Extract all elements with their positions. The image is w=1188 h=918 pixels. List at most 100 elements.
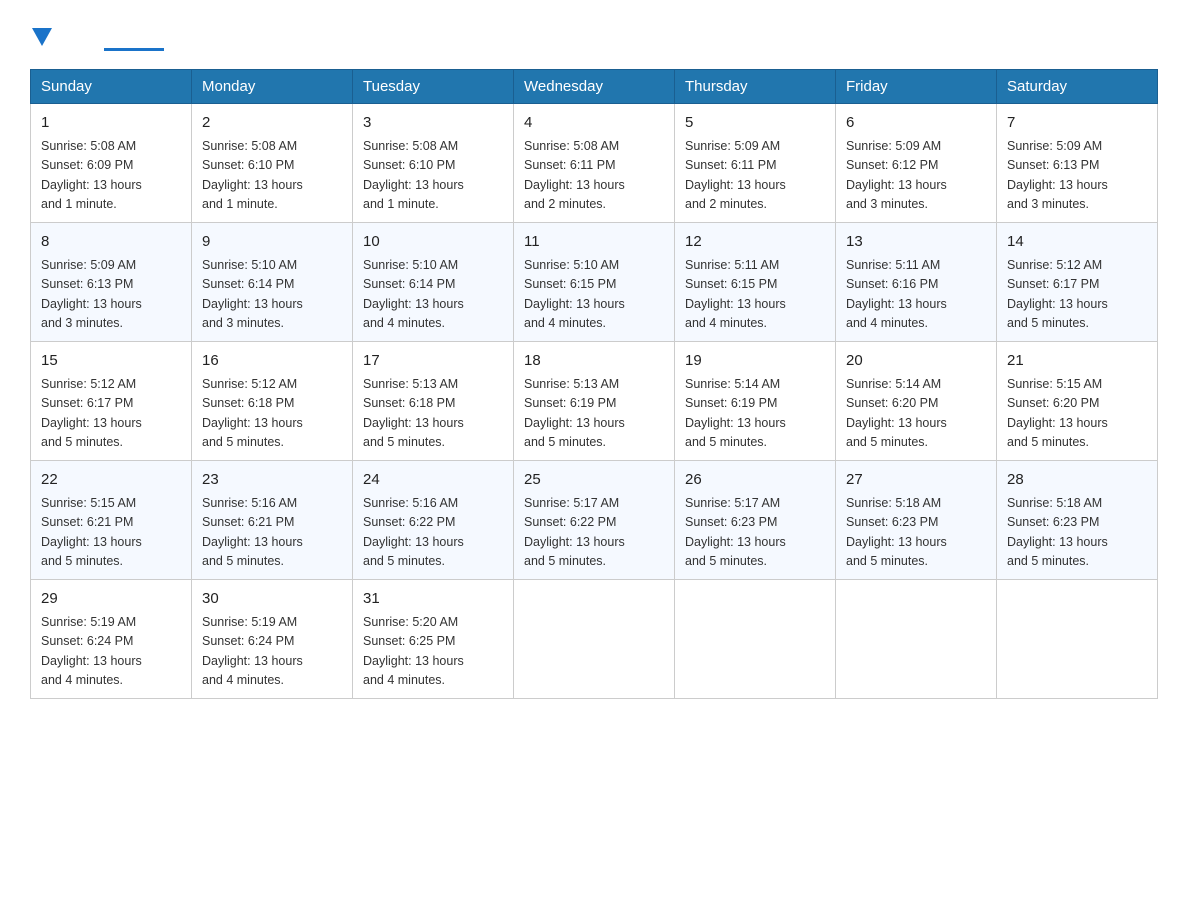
- day-info: Sunrise: 5:08 AMSunset: 6:11 PMDaylight:…: [524, 139, 625, 212]
- calendar-cell: 15 Sunrise: 5:12 AMSunset: 6:17 PMDayligh…: [31, 342, 192, 461]
- day-number: 17: [363, 350, 503, 372]
- logo-blue-part: [30, 24, 52, 46]
- calendar-cell: 22 Sunrise: 5:15 AMSunset: 6:21 PMDayligh…: [31, 461, 192, 580]
- day-info: Sunrise: 5:10 AMSunset: 6:14 PMDaylight:…: [202, 258, 303, 331]
- calendar-cell: 3 Sunrise: 5:08 AMSunset: 6:10 PMDaylight…: [353, 104, 514, 223]
- day-number: 31: [363, 588, 503, 610]
- day-info: Sunrise: 5:10 AMSunset: 6:15 PMDaylight:…: [524, 258, 625, 331]
- calendar-cell: 25Sunrise: 5:17 AMSunset: 6:22 PMDayligh…: [514, 461, 675, 580]
- calendar-cell: 11 Sunrise: 5:10 AMSunset: 6:15 PMDayligh…: [514, 223, 675, 342]
- day-info: Sunrise: 5:20 AMSunset: 6:25 PMDaylight:…: [363, 615, 464, 688]
- day-info: Sunrise: 5:11 AMSunset: 6:15 PMDaylight:…: [685, 258, 786, 331]
- day-number: 20: [846, 350, 986, 372]
- day-number: 9: [202, 231, 342, 253]
- header-thursday: Thursday: [675, 70, 836, 104]
- day-number: 28: [1007, 469, 1147, 491]
- calendar-cell: [836, 580, 997, 699]
- calendar-cell: 20 Sunrise: 5:14 AMSunset: 6:20 PMDayligh…: [836, 342, 997, 461]
- calendar-header-row: SundayMondayTuesdayWednesdayThursdayFrid…: [31, 70, 1158, 104]
- calendar-week-row: 29 Sunrise: 5:19 AMSunset: 6:24 PMDayligh…: [31, 580, 1158, 699]
- header-saturday: Saturday: [997, 70, 1158, 104]
- day-number: 25: [524, 469, 664, 491]
- calendar-cell: 29 Sunrise: 5:19 AMSunset: 6:24 PMDayligh…: [31, 580, 192, 699]
- day-info: Sunrise: 5:18 AMSunset: 6:23 PMDaylight:…: [846, 496, 947, 569]
- day-info: Sunrise: 5:09 AMSunset: 6:13 PMDaylight:…: [41, 258, 142, 331]
- day-number: 27: [846, 469, 986, 491]
- day-info: Sunrise: 5:08 AMSunset: 6:10 PMDaylight:…: [202, 139, 303, 212]
- calendar-cell: 26 Sunrise: 5:17 AMSunset: 6:23 PMDayligh…: [675, 461, 836, 580]
- calendar-cell: 24 Sunrise: 5:16 AMSunset: 6:22 PMDayligh…: [353, 461, 514, 580]
- calendar-cell: 28 Sunrise: 5:18 AMSunset: 6:23 PMDayligh…: [997, 461, 1158, 580]
- calendar-week-row: 8 Sunrise: 5:09 AMSunset: 6:13 PMDaylight…: [31, 223, 1158, 342]
- calendar-cell: 10Sunrise: 5:10 AMSunset: 6:14 PMDayligh…: [353, 223, 514, 342]
- calendar-cell: 30 Sunrise: 5:19 AMSunset: 6:24 PMDayligh…: [192, 580, 353, 699]
- calendar-week-row: 1 Sunrise: 5:08 AMSunset: 6:09 PMDaylight…: [31, 104, 1158, 223]
- calendar-cell: [514, 580, 675, 699]
- day-number: 10: [363, 231, 503, 253]
- day-info: Sunrise: 5:13 AMSunset: 6:19 PMDaylight:…: [524, 377, 625, 450]
- calendar-cell: 6 Sunrise: 5:09 AMSunset: 6:12 PMDaylight…: [836, 104, 997, 223]
- day-number: 23: [202, 469, 342, 491]
- day-info: Sunrise: 5:16 AMSunset: 6:21 PMDaylight:…: [202, 496, 303, 569]
- day-number: 30: [202, 588, 342, 610]
- day-info: Sunrise: 5:08 AMSunset: 6:10 PMDaylight:…: [363, 139, 464, 212]
- calendar-cell: 23 Sunrise: 5:16 AMSunset: 6:21 PMDayligh…: [192, 461, 353, 580]
- calendar-cell: 7 Sunrise: 5:09 AMSunset: 6:13 PMDaylight…: [997, 104, 1158, 223]
- calendar-cell: 27 Sunrise: 5:18 AMSunset: 6:23 PMDayligh…: [836, 461, 997, 580]
- calendar-cell: 12 Sunrise: 5:11 AMSunset: 6:15 PMDayligh…: [675, 223, 836, 342]
- header-friday: Friday: [836, 70, 997, 104]
- day-info: Sunrise: 5:14 AMSunset: 6:20 PMDaylight:…: [846, 377, 947, 450]
- day-number: 6: [846, 112, 986, 134]
- day-info: Sunrise: 5:19 AMSunset: 6:24 PMDaylight:…: [41, 615, 142, 688]
- calendar-cell: 21 Sunrise: 5:15 AMSunset: 6:20 PMDayligh…: [997, 342, 1158, 461]
- calendar-cell: [997, 580, 1158, 699]
- day-number: 19: [685, 350, 825, 372]
- day-info: Sunrise: 5:15 AMSunset: 6:21 PMDaylight:…: [41, 496, 142, 569]
- day-number: 24: [363, 469, 503, 491]
- day-number: 12: [685, 231, 825, 253]
- calendar-cell: 19 Sunrise: 5:14 AMSunset: 6:19 PMDayligh…: [675, 342, 836, 461]
- calendar-cell: 4Sunrise: 5:08 AMSunset: 6:11 PMDaylight…: [514, 104, 675, 223]
- day-number: 29: [41, 588, 181, 610]
- calendar-cell: 5Sunrise: 5:09 AMSunset: 6:11 PMDaylight…: [675, 104, 836, 223]
- day-info: Sunrise: 5:08 AMSunset: 6:09 PMDaylight:…: [41, 139, 142, 212]
- day-number: 2: [202, 112, 342, 134]
- day-number: 18: [524, 350, 664, 372]
- day-info: Sunrise: 5:13 AMSunset: 6:18 PMDaylight:…: [363, 377, 464, 450]
- day-number: 21: [1007, 350, 1147, 372]
- day-number: 26: [685, 469, 825, 491]
- day-number: 14: [1007, 231, 1147, 253]
- calendar-cell: 8 Sunrise: 5:09 AMSunset: 6:13 PMDaylight…: [31, 223, 192, 342]
- calendar-cell: 13 Sunrise: 5:11 AMSunset: 6:16 PMDayligh…: [836, 223, 997, 342]
- calendar-cell: 31 Sunrise: 5:20 AMSunset: 6:25 PMDayligh…: [353, 580, 514, 699]
- day-number: 3: [363, 112, 503, 134]
- day-info: Sunrise: 5:17 AMSunset: 6:23 PMDaylight:…: [685, 496, 786, 569]
- day-info: Sunrise: 5:16 AMSunset: 6:22 PMDaylight:…: [363, 496, 464, 569]
- day-info: Sunrise: 5:09 AMSunset: 6:11 PMDaylight:…: [685, 139, 786, 212]
- day-info: Sunrise: 5:18 AMSunset: 6:23 PMDaylight:…: [1007, 496, 1108, 569]
- day-number: 1: [41, 112, 181, 134]
- calendar-cell: 18 Sunrise: 5:13 AMSunset: 6:19 PMDayligh…: [514, 342, 675, 461]
- day-info: Sunrise: 5:12 AMSunset: 6:17 PMDaylight:…: [1007, 258, 1108, 331]
- day-number: 22: [41, 469, 181, 491]
- day-number: 13: [846, 231, 986, 253]
- header-tuesday: Tuesday: [353, 70, 514, 104]
- day-number: 8: [41, 231, 181, 253]
- calendar-table: SundayMondayTuesdayWednesdayThursdayFrid…: [30, 69, 1158, 699]
- day-info: Sunrise: 5:11 AMSunset: 6:16 PMDaylight:…: [846, 258, 947, 331]
- calendar-cell: 1 Sunrise: 5:08 AMSunset: 6:09 PMDaylight…: [31, 104, 192, 223]
- logo: [30, 24, 164, 51]
- day-info: Sunrise: 5:19 AMSunset: 6:24 PMDaylight:…: [202, 615, 303, 688]
- day-info: Sunrise: 5:09 AMSunset: 6:13 PMDaylight:…: [1007, 139, 1108, 212]
- day-number: 11: [524, 231, 664, 253]
- calendar-cell: 16Sunrise: 5:12 AMSunset: 6:18 PMDayligh…: [192, 342, 353, 461]
- day-number: 16: [202, 350, 342, 372]
- day-info: Sunrise: 5:12 AMSunset: 6:17 PMDaylight:…: [41, 377, 142, 450]
- day-info: Sunrise: 5:15 AMSunset: 6:20 PMDaylight:…: [1007, 377, 1108, 450]
- day-info: Sunrise: 5:09 AMSunset: 6:12 PMDaylight:…: [846, 139, 947, 212]
- logo-underline: [104, 48, 164, 51]
- day-info: Sunrise: 5:14 AMSunset: 6:19 PMDaylight:…: [685, 377, 786, 450]
- calendar-week-row: 15 Sunrise: 5:12 AMSunset: 6:17 PMDayligh…: [31, 342, 1158, 461]
- day-number: 7: [1007, 112, 1147, 134]
- day-number: 15: [41, 350, 181, 372]
